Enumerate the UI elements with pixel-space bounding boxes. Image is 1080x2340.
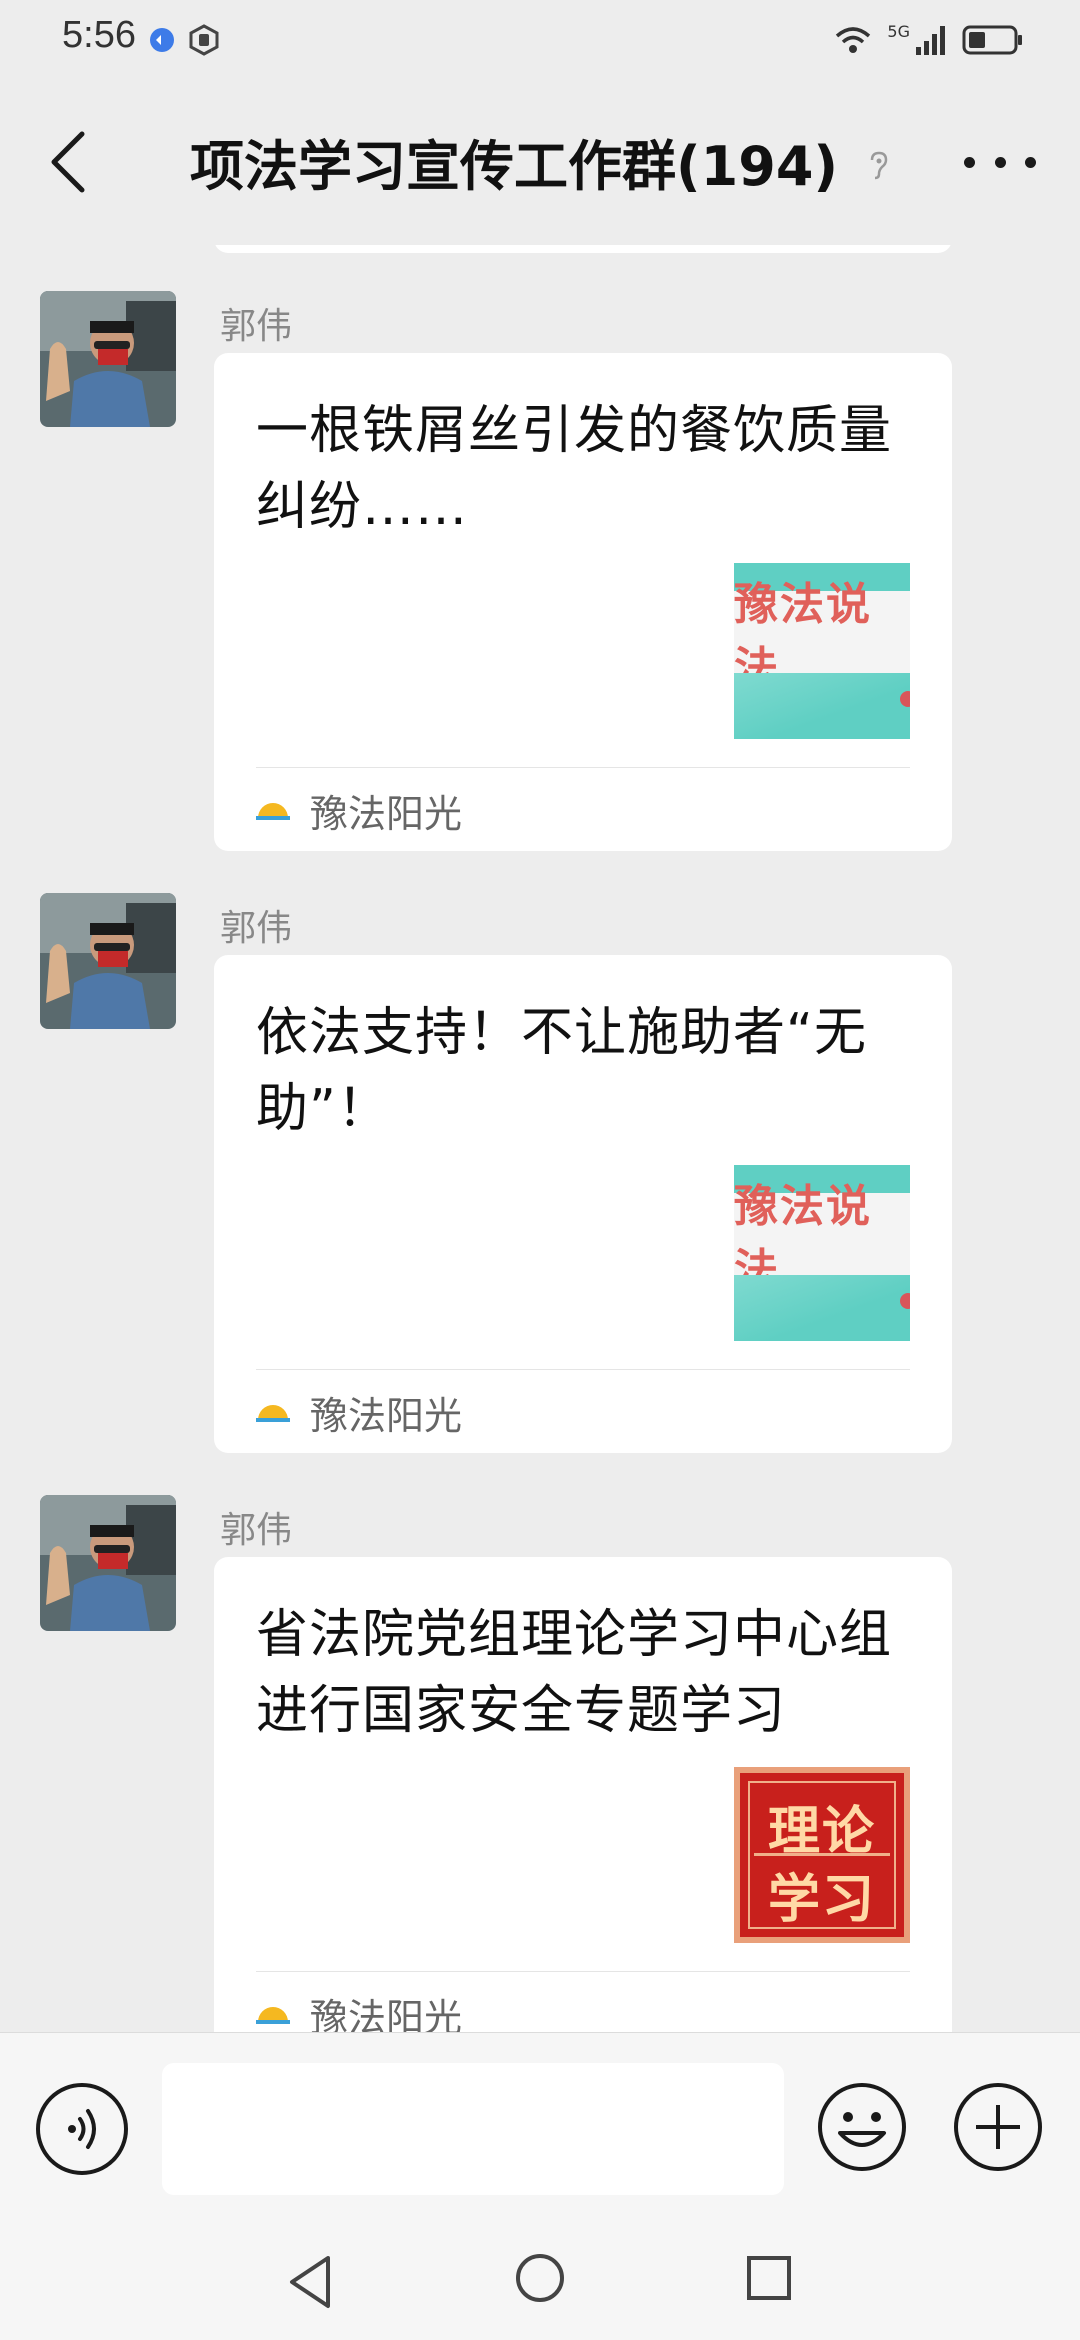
previous-card-fragment[interactable] (214, 245, 952, 253)
sun-logo-icon (256, 1405, 290, 1422)
voice-icon[interactable] (36, 2083, 128, 2175)
avatar[interactable] (40, 893, 176, 1029)
article-source: 豫法阳光 (256, 785, 463, 836)
card-divider (256, 1971, 910, 1972)
thumbnail-text: 豫法说法 (734, 1181, 872, 1296)
chat-header: 项法学习宣传工作群(194) (0, 80, 1080, 245)
article-card[interactable]: 依法支持！不让施助者“无助”！ 豫法说法 豫法阳光 (214, 955, 952, 1453)
article-card[interactable]: 省法院党组理论学习中心组进行国家安全专题学习 理论 学习 豫法阳光 (214, 1557, 952, 2032)
article-card[interactable]: 一根铁屑丝引发的餐饮质量纠纷…… 豫法说法 豫法阳光 (214, 353, 952, 851)
wifi-icon (836, 27, 871, 53)
sender-name: 郭伟 (220, 1510, 293, 1551)
plus-icon[interactable] (952, 2081, 1044, 2173)
sender-name: 郭伟 (220, 908, 293, 949)
network-label: 5G (887, 21, 910, 41)
chat-message-list[interactable]: 郭伟 一根铁屑丝引发的餐饮质量纠纷…… 豫法说法 豫法阳光 郭伟 依法支持！不让… (0, 245, 1080, 2032)
article-thumbnail: 豫法说法 (734, 1165, 910, 1341)
article-source: 豫法阳光 (256, 1989, 462, 2032)
nav-recent-apps-icon[interactable] (745, 2254, 793, 2302)
nav-back-icon[interactable] (284, 2252, 336, 2312)
thumbnail-text: 豫法说法 (734, 579, 872, 694)
ear-icon (870, 151, 888, 180)
emoji-icon[interactable] (816, 2081, 908, 2173)
article-title: 一根铁屑丝引发的餐饮质量纠纷…… (256, 401, 893, 537)
signal-icon (916, 26, 945, 55)
nav-home-icon[interactable] (514, 2252, 566, 2304)
thumbnail-text-line2: 学习 (767, 1869, 876, 1930)
card-divider (256, 1369, 910, 1370)
status-right: 5G (833, 18, 1024, 62)
message-input[interactable] (162, 2063, 784, 2195)
article-title: 依法支持！不让施助者“无助”！ (256, 1003, 867, 1139)
avatar[interactable] (40, 291, 176, 427)
status-bar: 5:56 5G (0, 0, 1080, 80)
more-dots-icon[interactable] (964, 140, 1036, 184)
app-notification-icon (150, 28, 174, 52)
article-thumbnail: 豫法说法 (734, 563, 910, 739)
source-name: 豫法阳光 (310, 1995, 463, 2033)
battery-icon (962, 25, 1022, 55)
avatar[interactable] (40, 1495, 176, 1631)
sun-logo-icon (256, 803, 290, 820)
article-title: 省法院党组理论学习中心组进行国家安全专题学习 (256, 1605, 893, 1741)
card-divider (256, 767, 910, 768)
status-time: 5:56 (62, 14, 136, 56)
sun-logo-icon (256, 2007, 290, 2024)
system-navigation-bar (0, 2232, 1080, 2340)
article-source: 豫法阳光 (256, 1387, 463, 1438)
hand-notification-icon (189, 24, 219, 56)
chat-title: 项法学习宣传工作群(194) (190, 135, 839, 198)
source-name: 豫法阳光 (310, 791, 463, 836)
source-name: 豫法阳光 (310, 1393, 463, 1438)
article-thumbnail: 理论 学习 (734, 1767, 910, 1943)
sender-name: 郭伟 (220, 306, 293, 347)
chevron-left-icon[interactable] (40, 122, 100, 202)
input-bar (0, 2032, 1080, 2232)
